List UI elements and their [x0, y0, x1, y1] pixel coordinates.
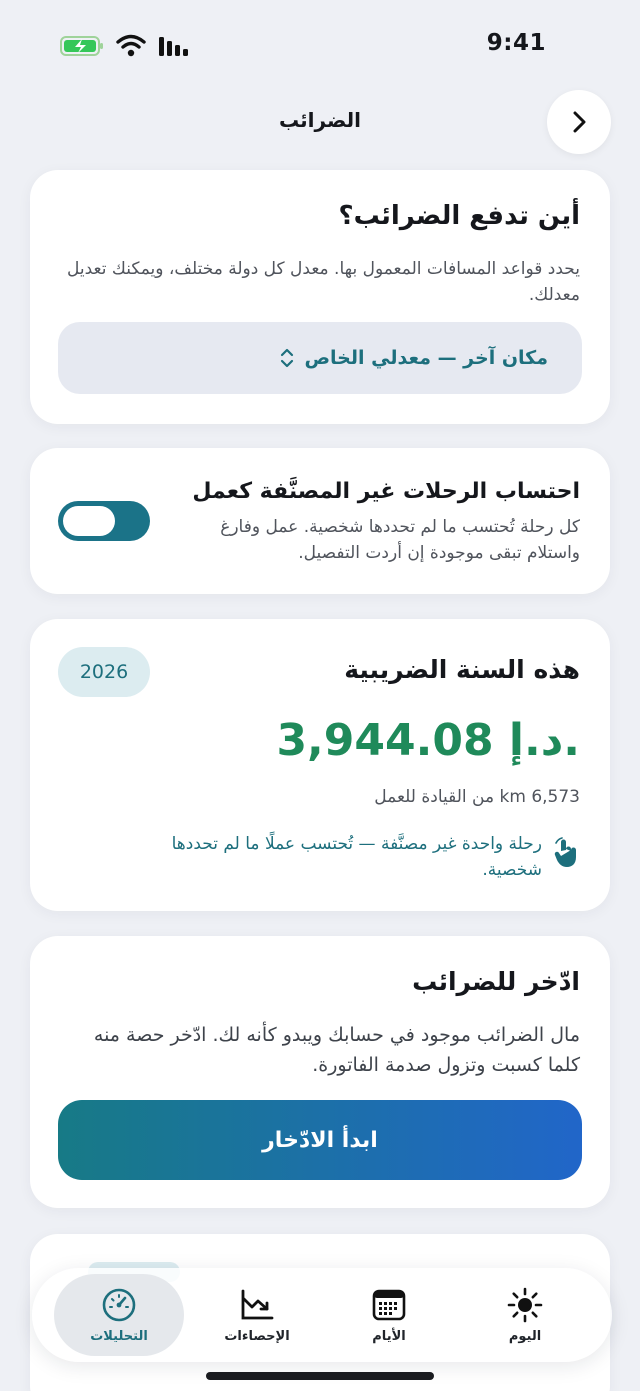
tab-stats-label: الإحصاءات [224, 1328, 290, 1344]
status-bar: 9:41 [0, 0, 640, 92]
unclassified-note[interactable]: رحلة واحدة غير مصنَّفة — تُحتسب عملًا ما… [130, 831, 580, 883]
tax-year-title: هذه السنة الضريبية [344, 655, 580, 684]
chart-icon [241, 1289, 274, 1319]
jurisdiction-select-value: مكان آخر — معدلي الخاص [304, 347, 548, 369]
jurisdiction-title: أين تدفع الضرائب؟ [338, 201, 581, 231]
wifi-icon [116, 34, 146, 57]
calendar-icon [372, 1289, 406, 1320]
battery-icon [60, 36, 103, 56]
tax-year-card: هذه السنة الضريبية 2026 3,944.08 د.إ. 6,… [30, 619, 610, 911]
tab-today[interactable]: اليوم [460, 1274, 590, 1356]
gauge-icon [102, 1288, 136, 1321]
tax-amount: 3,944.08 د.إ. [276, 715, 580, 766]
jurisdiction-description: يحدد قواعد المسافات المعمول بها. معدل كل… [67, 259, 580, 305]
tab-stats[interactable]: الإحصاءات [192, 1274, 322, 1356]
tab-days[interactable]: الأيام [324, 1274, 454, 1356]
tab-analytics[interactable]: التحليلات [54, 1274, 184, 1356]
start-saving-button[interactable]: ابدأ الادّخار [58, 1100, 582, 1180]
chevron-right-icon [573, 111, 586, 133]
tab-days-label: الأيام [372, 1328, 406, 1344]
unclassified-note-text: رحلة واحدة غير مصنَّفة — تُحتسب عملًا ما… [171, 834, 542, 880]
tax-year-badge: 2026 [58, 647, 150, 697]
chevron-up-down-icon [281, 348, 294, 368]
save-description: مال الضرائب موجود في حسابك ويبدو كأنه لك… [93, 1024, 580, 1076]
save-taxes-card: ادّخر للضرائب مال الضرائب موجود في حسابك… [30, 936, 610, 1208]
unclassified-trips-card: احتساب الرحلات غير المصنَّفة كعمل كل رحل… [30, 448, 610, 594]
unclassified-title: احتساب الرحلات غير المصنَّفة كعمل [192, 479, 580, 504]
tab-bar: التحليلات الإحصاءات الأيام اليوم [32, 1268, 612, 1362]
unclassified-toggle[interactable] [58, 501, 150, 541]
home-indicator [206, 1372, 434, 1380]
toggle-knob [63, 506, 115, 536]
back-button[interactable] [547, 90, 611, 154]
work-distance: 6,573 km من القيادة للعمل [374, 787, 580, 807]
signal-icon [159, 37, 188, 56]
tab-today-label: اليوم [508, 1328, 542, 1344]
sun-icon [507, 1287, 543, 1322]
page-title: الضرائب [278, 108, 362, 132]
tab-analytics-label: التحليلات [90, 1328, 148, 1344]
jurisdiction-select[interactable]: مكان آخر — معدلي الخاص [58, 322, 582, 394]
unclassified-description: كل رحلة تُحتسب ما لم تحددها شخصية. عمل و… [220, 517, 580, 563]
header: الضرائب [0, 90, 640, 154]
status-icons [60, 34, 192, 58]
status-time: 9:41 [486, 30, 546, 56]
jurisdiction-card: أين تدفع الضرائب؟ يحدد قواعد المسافات ال… [30, 170, 610, 424]
save-title: ادّخر للضرائب [412, 967, 580, 996]
tap-hand-icon [554, 837, 576, 867]
